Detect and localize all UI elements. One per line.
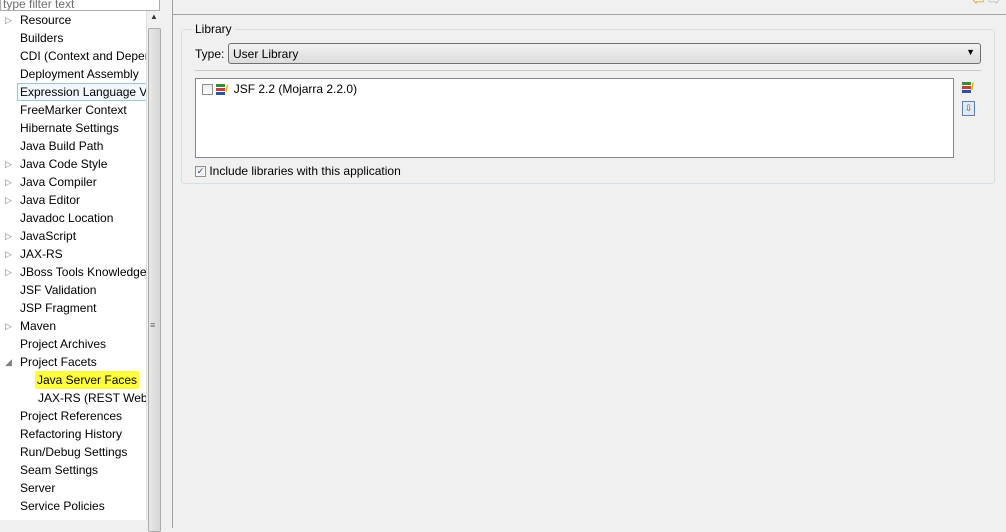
tree-item-label: FreeMarker Context [20,103,127,117]
tree-item-label: JAX-RS (REST Web Services) [38,391,146,405]
download-library-icon[interactable]: ⇩ [962,101,975,116]
tree-item-label: Java Server Faces [35,371,140,389]
expand-arrow-icon[interactable]: ▷ [5,173,12,191]
chevron-down-icon: ▼ [966,47,975,57]
tree-item-label: Deployment Assembly [20,67,139,81]
type-label: Type: [195,47,225,61]
tree-item-label: JSP Fragment [20,301,97,315]
manage-libraries-icon[interactable]: / [962,82,976,93]
nav-icons: ⇦ ⇨ [973,0,1000,9]
tree-item-label: Java Code Style [20,157,108,171]
library-label: JSF 2.2 (Mojarra 2.2.0) [233,82,358,96]
filter-input[interactable] [0,0,160,11]
tree-scrollbar[interactable]: ▲ ≡ [146,10,161,532]
property-tree: ▷ Resource Builders CDI (Context and Depend… [0,0,146,520]
tree-item-label: Service Policies [20,499,105,513]
tree-item-label: Server [20,481,56,495]
tree-item-label: Javadoc Location [20,211,114,225]
list-item[interactable]: / JSF 2.2 (Mojarra 2.2.0) [202,82,357,96]
expand-arrow-icon[interactable]: ▷ [5,317,12,335]
expand-arrow-icon[interactable]: ◢ [5,353,12,371]
tree-item-label: Project References [20,409,123,423]
tree-item-label: Refactoring History [20,427,123,441]
tree-item-label: Maven [20,319,57,333]
library-group-label: Library [192,22,235,36]
tree-item-label: Java Build Path [20,139,104,153]
scroll-up-icon[interactable]: ▲ [150,12,158,21]
expand-arrow-icon[interactable]: ▷ [5,263,12,281]
type-combo[interactable]: User Library ▼ [228,43,981,64]
expand-arrow-icon[interactable]: ▷ [5,245,12,263]
type-value: User Library [233,47,299,61]
back-icon[interactable]: ⇦ [973,0,985,8]
tree-item-label: Resource [20,13,72,27]
include-libraries-option[interactable]: ✓ Include libraries with this applicatio… [195,164,401,178]
include-libraries-label: Include libraries with this application [209,164,401,178]
scroll-thumb[interactable] [148,28,161,532]
tree-item-label: JAX-RS [20,247,63,261]
forward-icon[interactable]: ⇨ [988,0,1000,8]
tree-item-label: Java Compiler [20,175,97,189]
tree-item-label: JSF Validation [20,283,97,297]
tree-item-label: Hibernate Settings [20,121,119,135]
tree-item-label: Project Archives [20,337,107,351]
expand-arrow-icon[interactable]: ▷ [5,227,12,245]
include-libraries-checkbox[interactable]: ✓ [195,166,206,178]
tree-item-label: Seam Settings [20,463,99,477]
library-icon: / [216,84,230,96]
separator [195,70,981,71]
expand-arrow-icon[interactable]: ▷ [5,11,12,29]
header-divider [173,14,1006,15]
tree-item-label: Java Editor [20,193,81,207]
tree-item-label: Run/Debug Settings [20,445,128,459]
tree-item-label: CDI (Context and Dependency Injection) [20,49,146,63]
expand-arrow-icon[interactable]: ▷ [5,155,12,173]
library-checkbox[interactable] [202,84,213,96]
grip-icon: ≡ [150,320,156,330]
tree-item-label: JavaScript [20,229,77,243]
library-list[interactable]: / JSF 2.2 (Mojarra 2.2.0) [195,78,954,158]
expand-arrow-icon[interactable]: ▷ [5,191,12,209]
tree-item-label: Expression Language Validation [17,83,146,101]
tree-item-label: JBoss Tools Knowledge Base [20,265,146,279]
tree-item-label: Builders [20,31,64,45]
tree-item-label: Project Facets [20,355,97,369]
